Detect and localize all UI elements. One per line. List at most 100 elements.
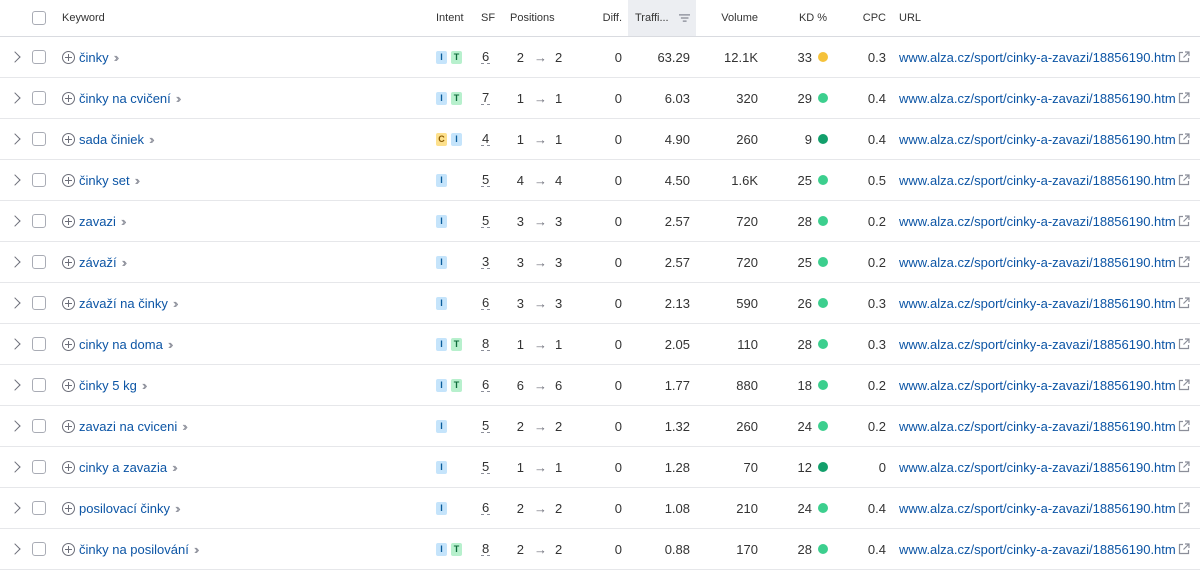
expand-row-button[interactable] xyxy=(8,37,24,77)
add-to-list-icon[interactable] xyxy=(62,214,75,228)
expand-row-button[interactable] xyxy=(8,488,24,528)
add-to-list-icon[interactable] xyxy=(62,173,75,187)
keyword-link[interactable]: činky xyxy=(79,50,109,65)
row-select-cell[interactable] xyxy=(32,242,46,282)
column-volume[interactable]: Volume xyxy=(700,0,758,36)
column-keyword[interactable]: Keyword xyxy=(62,0,422,36)
row-checkbox[interactable] xyxy=(32,501,46,515)
row-checkbox[interactable] xyxy=(32,91,46,105)
serp-link-icon[interactable]: ›› xyxy=(172,460,177,475)
serp-features-count[interactable]: 7 xyxy=(481,91,491,105)
serp-features-count[interactable]: 5 xyxy=(481,419,491,433)
expand-row-button[interactable] xyxy=(8,242,24,282)
add-to-list-icon[interactable] xyxy=(62,91,75,105)
row-select-cell[interactable] xyxy=(32,406,46,446)
expand-row-button[interactable] xyxy=(8,324,24,364)
sort-descending-icon[interactable] xyxy=(678,13,690,23)
url-link[interactable]: www.alza.cz/sport/cinky-a-zavazi/1885619… xyxy=(899,337,1176,352)
expand-row-button[interactable] xyxy=(8,160,24,200)
url-link[interactable]: www.alza.cz/sport/cinky-a-zavazi/1885619… xyxy=(899,378,1176,393)
serp-features-count[interactable]: 6 xyxy=(481,50,491,64)
row-checkbox[interactable] xyxy=(32,296,46,310)
add-to-list-icon[interactable] xyxy=(62,542,75,556)
keyword-link[interactable]: cinky na doma xyxy=(79,337,163,352)
serp-link-icon[interactable]: ›› xyxy=(114,50,119,65)
url-link[interactable]: www.alza.cz/sport/cinky-a-zavazi/1885619… xyxy=(899,542,1176,557)
external-link-icon[interactable] xyxy=(1178,543,1190,555)
add-to-list-icon[interactable] xyxy=(62,337,75,351)
column-diff[interactable]: Diff. xyxy=(590,0,622,36)
keyword-link[interactable]: činky set xyxy=(79,173,130,188)
expand-row-button[interactable] xyxy=(8,119,24,159)
url-link[interactable]: www.alza.cz/sport/cinky-a-zavazi/1885619… xyxy=(899,132,1176,147)
select-all-checkbox[interactable] xyxy=(32,11,46,25)
serp-link-icon[interactable]: ›› xyxy=(121,214,126,229)
url-link[interactable]: www.alza.cz/sport/cinky-a-zavazi/1885619… xyxy=(899,255,1176,270)
add-to-list-icon[interactable] xyxy=(62,132,75,146)
column-kd[interactable]: KD % xyxy=(798,0,828,36)
serp-features-count[interactable]: 6 xyxy=(481,378,491,392)
column-intent[interactable]: Intent xyxy=(436,0,472,36)
expand-row-button[interactable] xyxy=(8,78,24,118)
serp-features-count[interactable]: 8 xyxy=(481,542,491,556)
keyword-link[interactable]: zavazi na cviceni xyxy=(79,419,177,434)
external-link-icon[interactable] xyxy=(1178,461,1190,473)
expand-row-button[interactable] xyxy=(8,447,24,487)
serp-features-count[interactable]: 5 xyxy=(481,173,491,187)
add-to-list-icon[interactable] xyxy=(62,50,75,64)
column-traffic[interactable]: Traffi... xyxy=(628,0,696,36)
keyword-link[interactable]: závaží xyxy=(79,255,117,270)
add-to-list-icon[interactable] xyxy=(62,255,75,269)
keyword-link[interactable]: sada činiek xyxy=(79,132,144,147)
serp-link-icon[interactable]: ›› xyxy=(142,378,147,393)
row-checkbox[interactable] xyxy=(32,378,46,392)
row-checkbox[interactable] xyxy=(32,460,46,474)
row-checkbox[interactable] xyxy=(32,337,46,351)
serp-link-icon[interactable]: ›› xyxy=(122,255,127,270)
row-checkbox[interactable] xyxy=(32,542,46,556)
add-to-list-icon[interactable] xyxy=(62,296,75,310)
row-checkbox[interactable] xyxy=(32,132,46,146)
expand-row-button[interactable] xyxy=(8,365,24,405)
column-url[interactable]: URL xyxy=(899,0,1200,36)
add-to-list-icon[interactable] xyxy=(62,501,75,515)
serp-link-icon[interactable]: ›› xyxy=(168,337,173,352)
row-select-cell[interactable] xyxy=(32,283,46,323)
external-link-icon[interactable] xyxy=(1178,51,1190,63)
external-link-icon[interactable] xyxy=(1178,256,1190,268)
serp-link-icon[interactable]: ›› xyxy=(149,132,154,147)
expand-row-button[interactable] xyxy=(8,283,24,323)
url-link[interactable]: www.alza.cz/sport/cinky-a-zavazi/1885619… xyxy=(899,419,1176,434)
row-select-cell[interactable] xyxy=(32,160,46,200)
expand-row-button[interactable] xyxy=(8,201,24,241)
row-checkbox[interactable] xyxy=(32,173,46,187)
external-link-icon[interactable] xyxy=(1178,379,1190,391)
row-select-cell[interactable] xyxy=(32,201,46,241)
row-select-cell[interactable] xyxy=(32,529,46,569)
serp-link-icon[interactable]: ›› xyxy=(173,296,178,311)
add-to-list-icon[interactable] xyxy=(62,378,75,392)
url-link[interactable]: www.alza.cz/sport/cinky-a-zavazi/1885619… xyxy=(899,50,1176,65)
external-link-icon[interactable] xyxy=(1178,92,1190,104)
external-link-icon[interactable] xyxy=(1178,338,1190,350)
expand-row-button[interactable] xyxy=(8,406,24,446)
serp-features-count[interactable]: 8 xyxy=(481,337,491,351)
row-select-cell[interactable] xyxy=(32,447,46,487)
add-to-list-icon[interactable] xyxy=(62,419,75,433)
keyword-link[interactable]: činky na posilování xyxy=(79,542,189,557)
serp-features-count[interactable]: 6 xyxy=(481,296,491,310)
serp-features-count[interactable]: 4 xyxy=(481,132,491,146)
external-link-icon[interactable] xyxy=(1178,420,1190,432)
serp-link-icon[interactable]: ›› xyxy=(135,173,140,188)
row-select-cell[interactable] xyxy=(32,365,46,405)
keyword-link[interactable]: závaží na činky xyxy=(79,296,168,311)
column-cpc[interactable]: CPC xyxy=(850,0,886,36)
url-link[interactable]: www.alza.cz/sport/cinky-a-zavazi/1885619… xyxy=(899,296,1176,311)
column-sf[interactable]: SF xyxy=(481,0,501,36)
row-select-cell[interactable] xyxy=(32,37,46,77)
keyword-link[interactable]: zavazi xyxy=(79,214,116,229)
keyword-link[interactable]: činky 5 kg xyxy=(79,378,137,393)
add-to-list-icon[interactable] xyxy=(62,460,75,474)
row-select-cell[interactable] xyxy=(32,78,46,118)
expand-row-button[interactable] xyxy=(8,529,24,569)
